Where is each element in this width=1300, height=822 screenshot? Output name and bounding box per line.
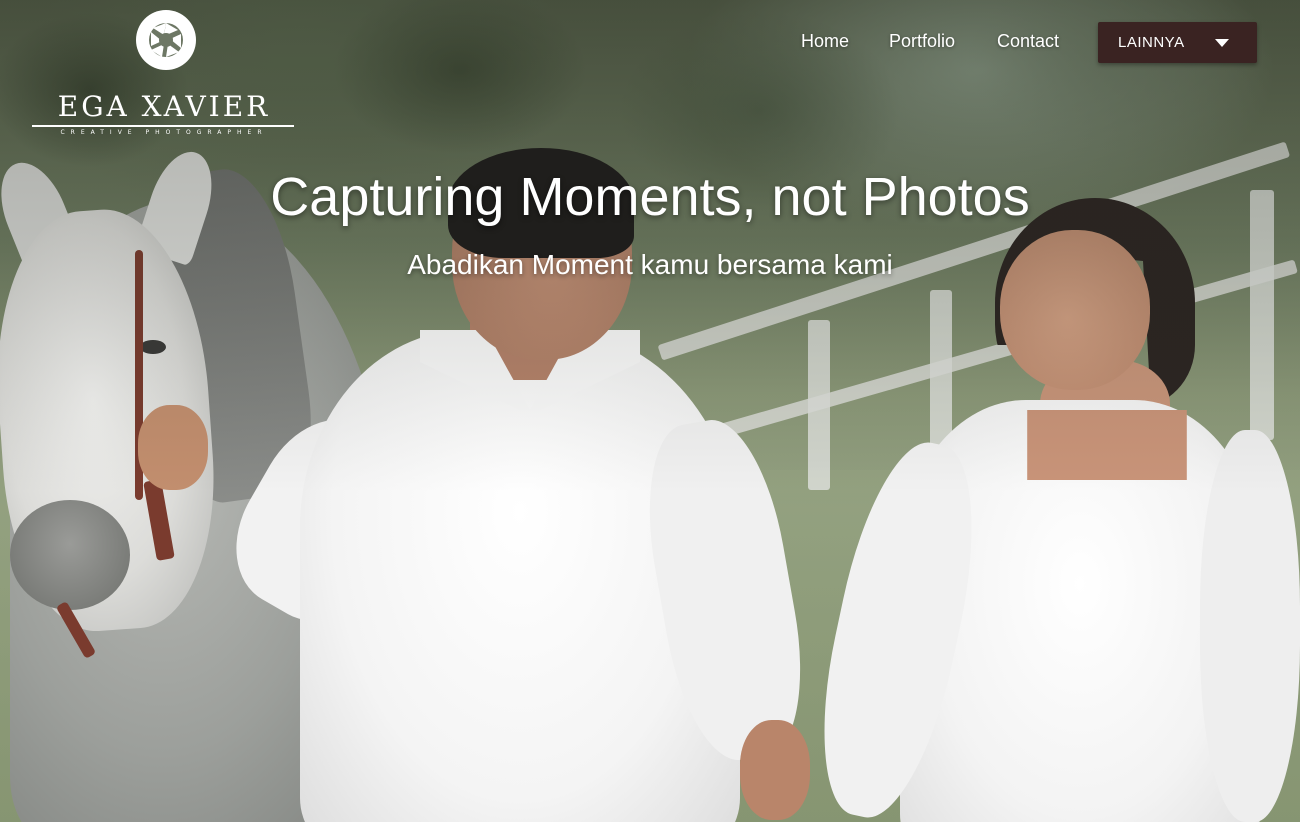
camera-aperture-icon [136,10,196,70]
nav-contact[interactable]: Contact [997,31,1059,55]
more-dropdown-label: LAINNYA [1118,34,1185,51]
hero-title: Capturing Moments, not Photos [270,167,1030,227]
nav-portfolio[interactable]: Portfolio [889,31,955,55]
brand-divider [32,125,294,127]
brand-name: EGA XAVIER [57,90,271,123]
caret-down-icon [1215,39,1229,47]
hero-subtitle: Abadikan Moment kamu bersama kami [407,249,893,280]
brand-logo[interactable]: EGA XAVIER CREATIVE PHOTOGRAPHER [32,8,296,138]
nav-home[interactable]: Home [801,31,849,55]
brand-tagline: CREATIVE PHOTOGRAPHER [60,129,268,136]
more-dropdown-button[interactable]: LAINNYA [1098,22,1257,63]
